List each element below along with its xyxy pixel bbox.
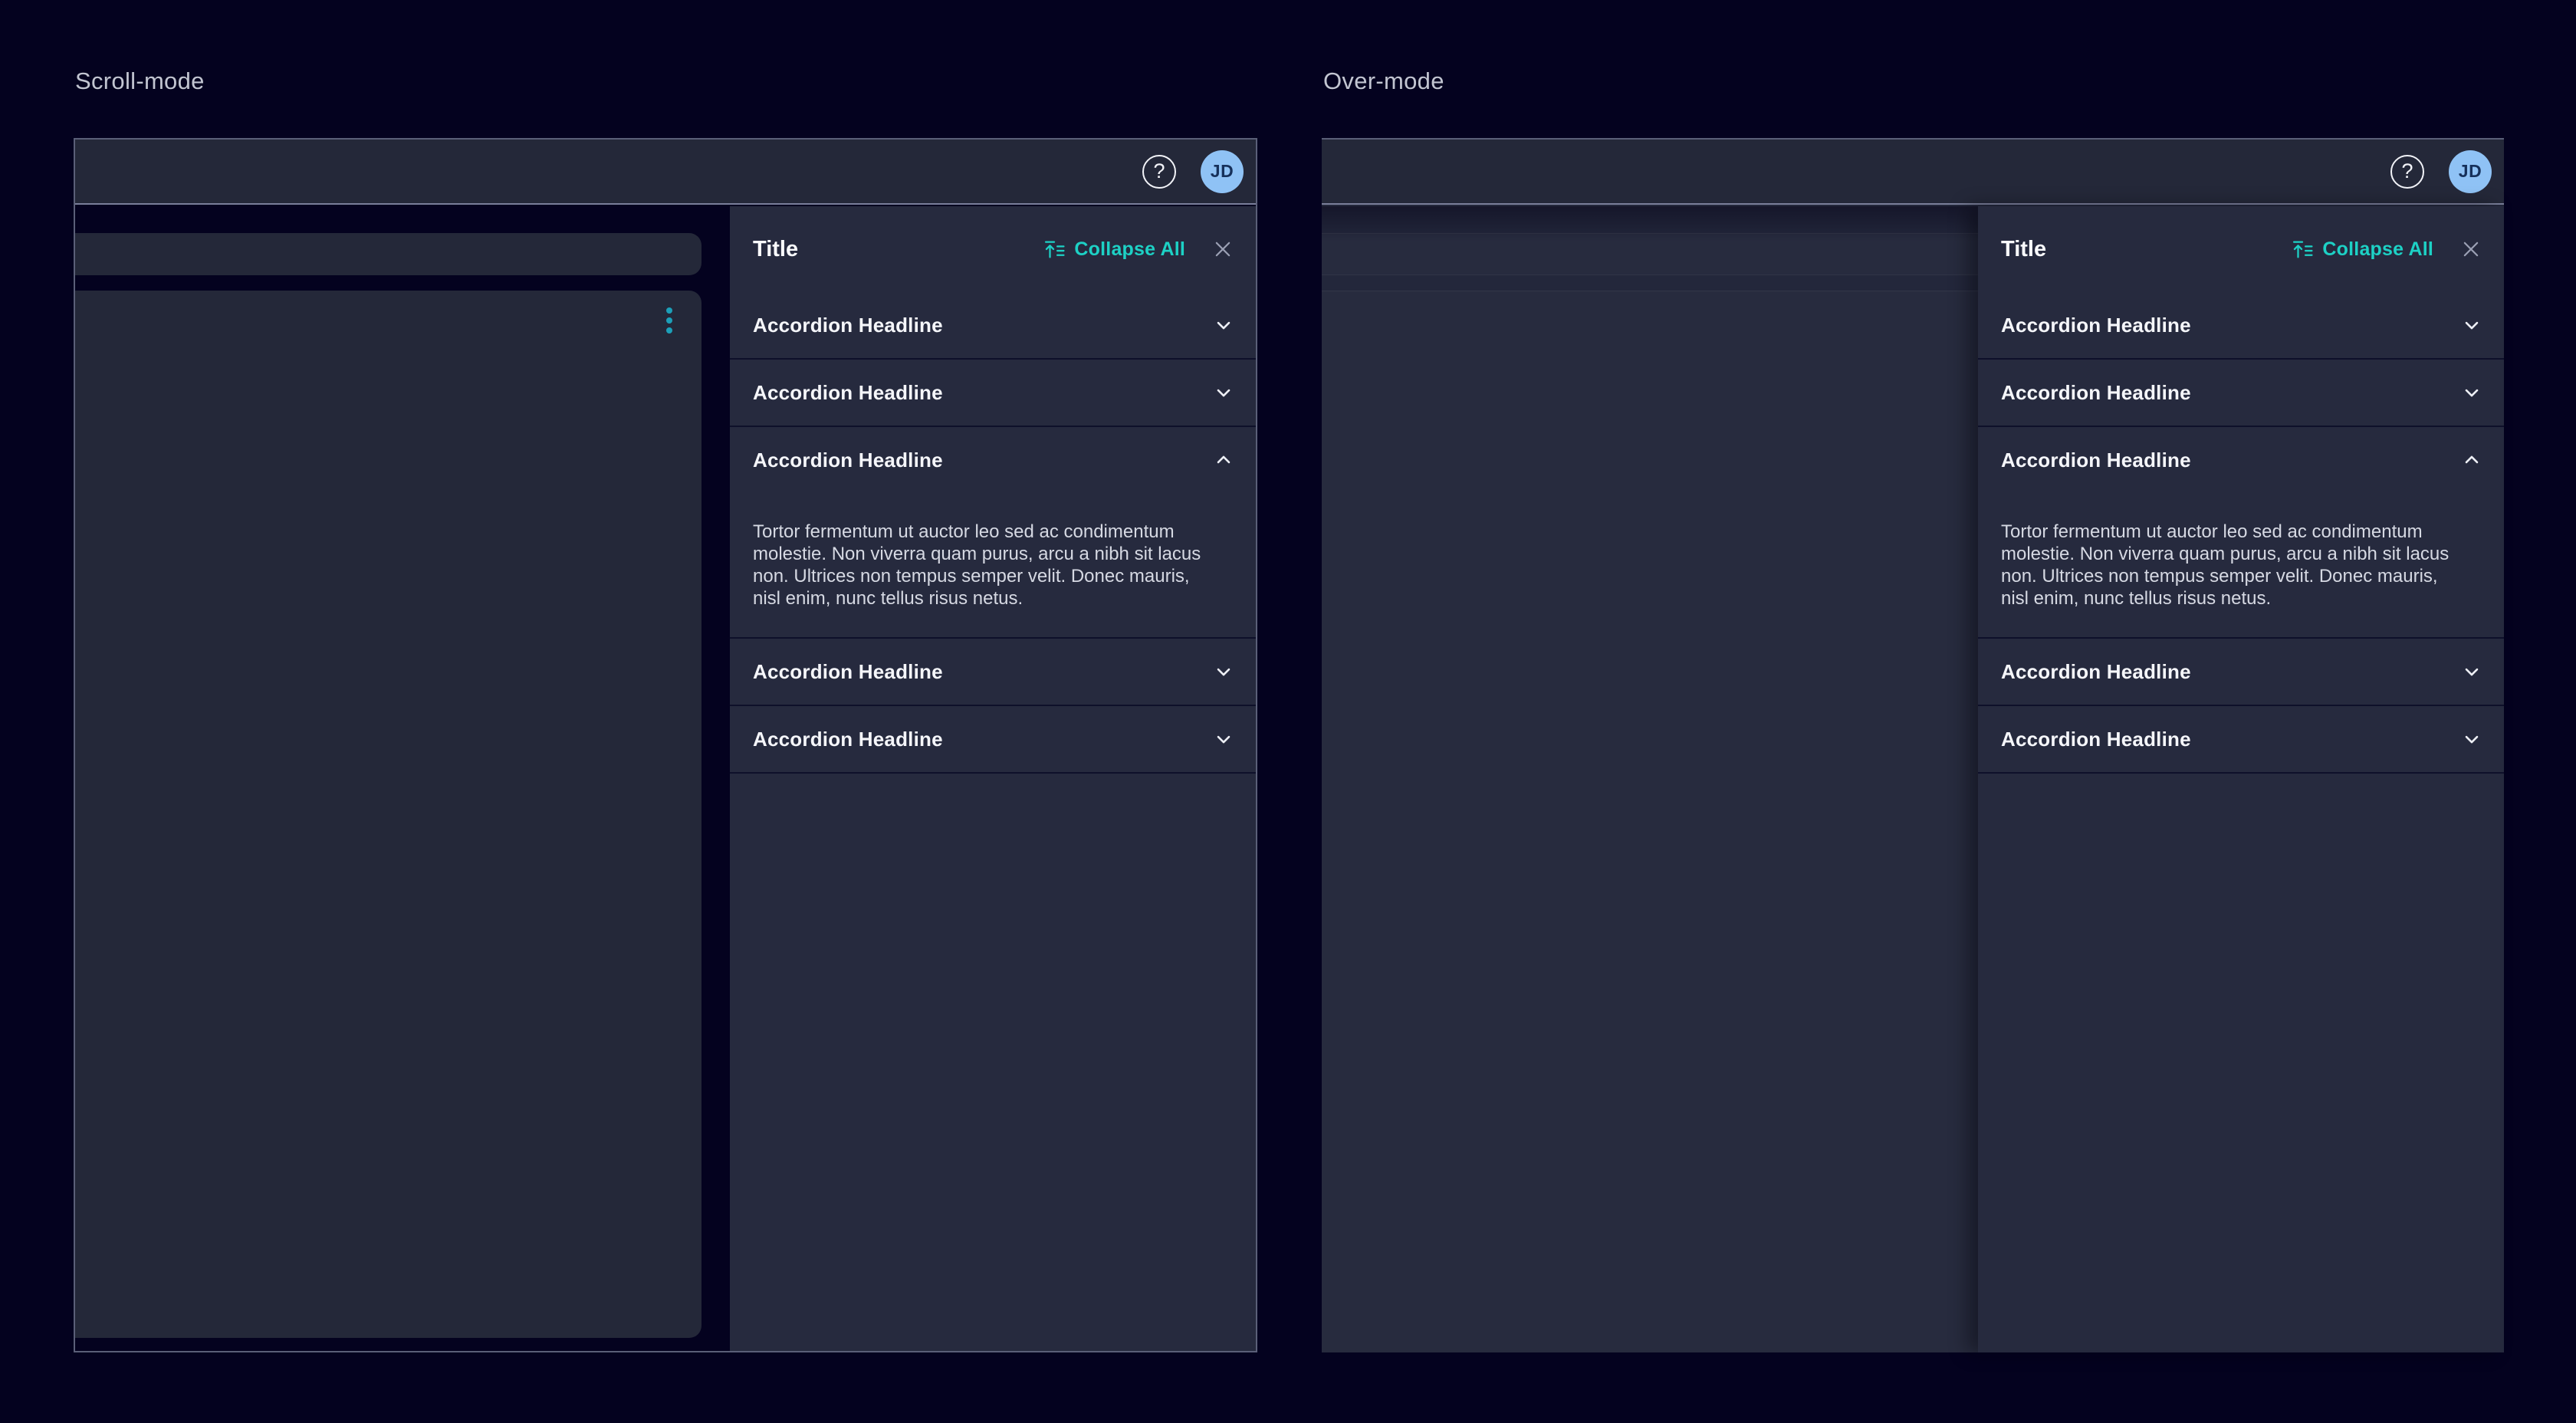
- accordion-section: Accordion Headline: [730, 292, 1256, 360]
- content-card-placeholder: [75, 291, 702, 1338]
- accordion-headline: Accordion Headline: [2001, 660, 2191, 684]
- accordion-header[interactable]: Accordion Headline: [1978, 360, 2504, 426]
- accordion-section: Accordion Headline: [1978, 292, 2504, 360]
- avatar-initials: JD: [1211, 161, 1234, 182]
- accordion-section: Accordion Headline: [730, 360, 1256, 427]
- collapse-all-icon: [1043, 238, 1066, 261]
- chevron-up-icon: [2461, 449, 2482, 471]
- app-frame-over: ? JD Title: [1322, 138, 2504, 1352]
- accordion-header[interactable]: Accordion Headline: [1978, 706, 2504, 772]
- collapse-all-button[interactable]: Collapse All: [1043, 238, 1185, 261]
- accordion-list: Accordion Headline Accordion Headline Ac…: [730, 292, 1256, 774]
- accordion-header[interactable]: Accordion Headline: [1978, 639, 2504, 705]
- over-mode-example: Over-mode ? JD Title: [1322, 0, 2504, 1423]
- content-area: [75, 206, 730, 1351]
- help-icon[interactable]: ?: [2390, 155, 2424, 189]
- accordion-headline: Accordion Headline: [2001, 449, 2191, 472]
- scroll-mode-example: Scroll-mode ? JD Title: [74, 0, 1257, 1423]
- accordion-body: Tortor fermentum ut auctor leo sed ac co…: [730, 493, 1256, 637]
- accordion-section: Accordion Headline: [1978, 360, 2504, 427]
- collapse-all-icon: [2292, 238, 2314, 261]
- chevron-up-icon: [1213, 449, 1234, 471]
- accordion-section: Accordion Headline: [1978, 639, 2504, 706]
- accordion-headline: Accordion Headline: [753, 381, 943, 405]
- chevron-down-icon: [1213, 661, 1234, 682]
- collapse-all-button[interactable]: Collapse All: [2292, 238, 2433, 261]
- chevron-down-icon: [2461, 728, 2482, 750]
- design-canvas: Scroll-mode ? JD Title: [0, 0, 2576, 1423]
- avatar[interactable]: JD: [2449, 150, 2492, 193]
- chevron-down-icon: [1213, 314, 1234, 336]
- accordion-headline: Accordion Headline: [753, 449, 943, 472]
- accordion-body-text: Tortor fermentum ut auctor leo sed ac co…: [2001, 521, 2450, 610]
- panel-actions: Collapse All: [2292, 238, 2482, 261]
- app-header: ? JD: [75, 140, 1256, 205]
- accordion-section-expanded: Accordion Headline Tortor fermentum ut a…: [1978, 427, 2504, 639]
- help-icon[interactable]: ?: [1142, 155, 1176, 189]
- kebab-menu-icon[interactable]: [666, 307, 672, 334]
- panel-header: Title Collapse All: [730, 206, 1256, 292]
- accordion-headline: Accordion Headline: [2001, 728, 2191, 751]
- help-glyph: ?: [2401, 159, 2413, 183]
- accordion-headline: Accordion Headline: [2001, 314, 2191, 337]
- chevron-down-icon: [2461, 382, 2482, 403]
- accordion-body: Tortor fermentum ut auctor leo sed ac co…: [1978, 493, 2504, 637]
- panel-actions: Collapse All: [1043, 238, 1234, 261]
- panel-title: Title: [2001, 237, 2046, 262]
- accordion-header[interactable]: Accordion Headline: [1978, 292, 2504, 358]
- accordion-header[interactable]: Accordion Headline: [1978, 427, 2504, 493]
- help-glyph: ?: [1153, 159, 1165, 183]
- accordion-section: Accordion Headline: [730, 706, 1256, 774]
- app-frame-scroll: ? JD Title: [74, 138, 1257, 1352]
- collapse-all-label: Collapse All: [2322, 238, 2433, 261]
- panel-header: Title Collapse All: [1978, 206, 2504, 292]
- accordion-header[interactable]: Accordion Headline: [730, 427, 1256, 493]
- accordion-header[interactable]: Accordion Headline: [730, 360, 1256, 426]
- collapse-all-label: Collapse All: [1074, 238, 1185, 261]
- avatar-initials: JD: [2459, 161, 2482, 182]
- accordion-header[interactable]: Accordion Headline: [730, 639, 1256, 705]
- app-header: ? JD: [1322, 140, 2504, 205]
- accordion-header[interactable]: Accordion Headline: [730, 292, 1256, 358]
- accordion-headline: Accordion Headline: [753, 660, 943, 684]
- accordion-headline: Accordion Headline: [2001, 381, 2191, 405]
- accordion-section: Accordion Headline: [730, 639, 1256, 706]
- accordion-header[interactable]: Accordion Headline: [730, 706, 1256, 772]
- accordion-section-expanded: Accordion Headline Tortor fermentum ut a…: [730, 427, 1256, 639]
- mode-label-scroll: Scroll-mode: [75, 67, 205, 95]
- chevron-down-icon: [1213, 728, 1234, 750]
- side-panel: Title Collapse All: [730, 206, 1256, 1351]
- chevron-down-icon: [1213, 382, 1234, 403]
- side-panel-overlay: Title Collapse All: [1978, 206, 2504, 1352]
- accordion-body-text: Tortor fermentum ut auctor leo sed ac co…: [753, 521, 1202, 610]
- panel-title: Title: [753, 237, 798, 262]
- close-icon[interactable]: [1211, 238, 1234, 261]
- content-toolbar-placeholder: [75, 233, 702, 275]
- chevron-down-icon: [2461, 661, 2482, 682]
- mode-label-over: Over-mode: [1323, 67, 1444, 95]
- avatar[interactable]: JD: [1201, 150, 1244, 193]
- chevron-down-icon: [2461, 314, 2482, 336]
- accordion-headline: Accordion Headline: [753, 314, 943, 337]
- close-icon[interactable]: [2459, 238, 2482, 261]
- accordion-headline: Accordion Headline: [753, 728, 943, 751]
- accordion-list: Accordion Headline Accordion Headline Ac…: [1978, 292, 2504, 774]
- accordion-section: Accordion Headline: [1978, 706, 2504, 774]
